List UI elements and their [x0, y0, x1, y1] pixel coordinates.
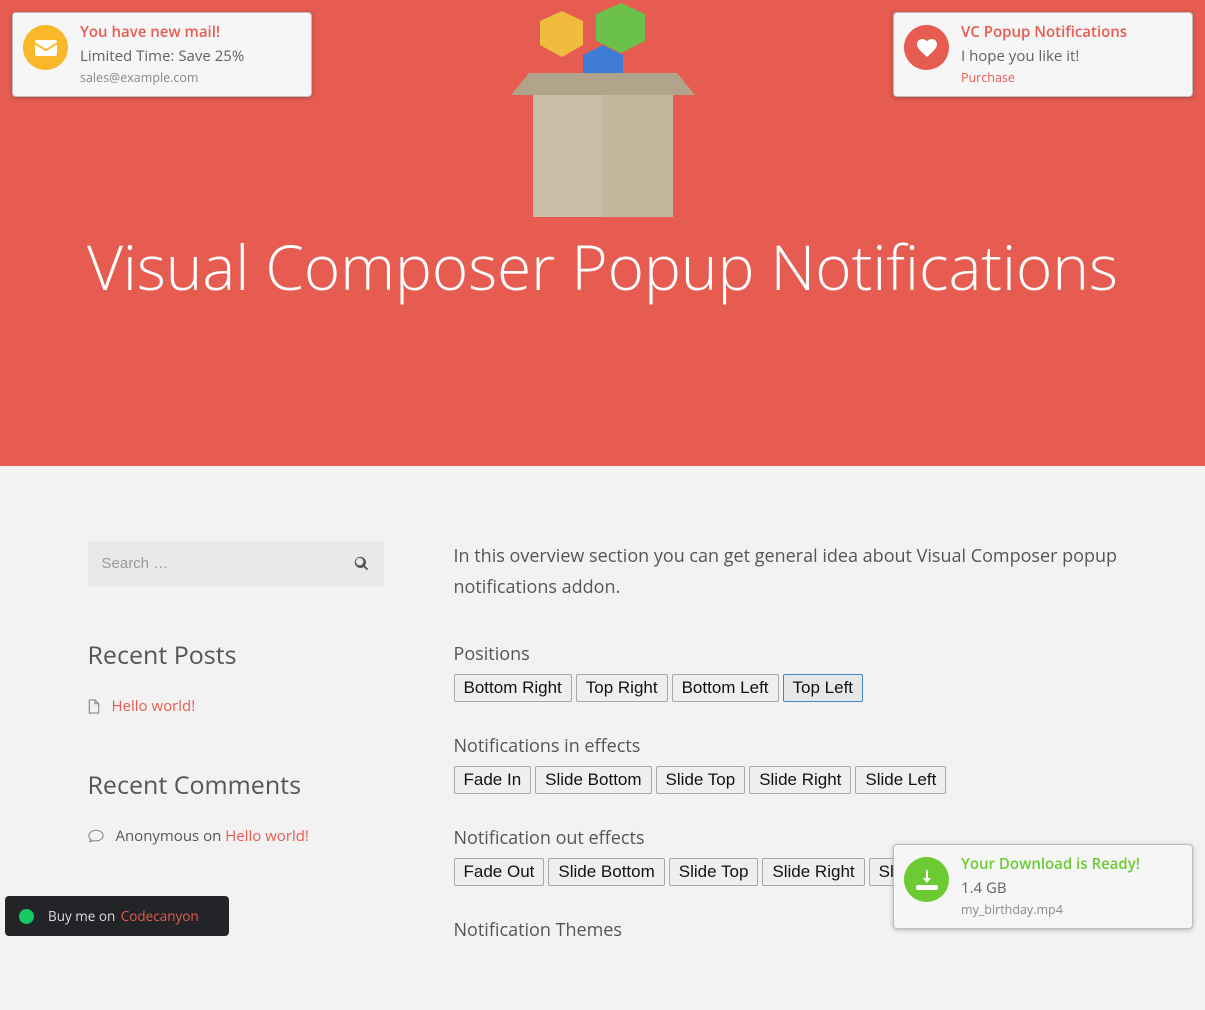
option-button[interactable]: Slide Right: [762, 858, 864, 886]
option-button[interactable]: Top Right: [576, 674, 668, 702]
notification-body: VC Popup Notifications I hope you like i…: [961, 23, 1127, 86]
notification-top-left[interactable]: You have new mail! Limited Time: Save 25…: [12, 12, 312, 97]
in-effects-label: Notifications in effects: [454, 734, 1118, 758]
intro-text: In this overview section you can get gen…: [454, 541, 1118, 602]
comment-link[interactable]: Hello world!: [225, 826, 309, 846]
recent-posts-title: Recent Posts: [88, 638, 384, 672]
notification-body: Your Download is Ready! 1.4 GB my_birthd…: [961, 855, 1140, 918]
notification-title: Your Download is Ready!: [961, 855, 1140, 874]
buy-bar[interactable]: Buy me on Codecanyon: [5, 896, 229, 936]
notification-subtitle: Limited Time: Save 25%: [80, 46, 244, 66]
option-button[interactable]: Slide Left: [855, 766, 946, 794]
option-button[interactable]: Slide Top: [669, 858, 759, 886]
recent-comment-item: Anonymous on Hello world!: [88, 826, 384, 846]
search-box: [88, 541, 384, 586]
codecanyon-link[interactable]: Codecanyon: [121, 907, 199, 925]
search-button[interactable]: [339, 541, 384, 586]
option-button[interactable]: Bottom Left: [672, 674, 779, 702]
recent-post-link[interactable]: Hello world!: [112, 696, 196, 716]
hero-title: Visual Composer Popup Notifications: [0, 230, 1205, 304]
option-button[interactable]: Slide Bottom: [535, 766, 651, 794]
recent-comments-title: Recent Comments: [88, 768, 384, 802]
option-button[interactable]: Slide Right: [749, 766, 851, 794]
option-button[interactable]: Fade Out: [454, 858, 545, 886]
status-dot-icon: [19, 909, 34, 924]
sidebar: Recent Posts Hello world! Recent Comment…: [88, 541, 384, 950]
notification-top-right[interactable]: VC Popup Notifications I hope you like i…: [893, 12, 1193, 97]
buy-bar-text: Buy me on Codecanyon: [48, 907, 199, 925]
option-button[interactable]: Slide Bottom: [548, 858, 664, 886]
envelope-icon: [23, 25, 68, 70]
in-effects-row: Fade InSlide BottomSlide TopSlide RightS…: [454, 766, 1118, 794]
notification-bottom-right[interactable]: Your Download is Ready! 1.4 GB my_birthd…: [893, 844, 1193, 929]
comment-icon: [88, 829, 104, 844]
notification-meta: Purchase: [961, 69, 1127, 86]
notification-body: You have new mail! Limited Time: Save 25…: [80, 23, 244, 86]
notification-meta: my_birthday.mp4: [961, 901, 1140, 918]
comment-text: Anonymous on Hello world!: [116, 826, 309, 846]
search-icon: [354, 556, 369, 571]
notification-subtitle: I hope you like it!: [961, 46, 1127, 66]
option-button[interactable]: Fade In: [454, 766, 532, 794]
file-icon: [88, 699, 100, 714]
notification-title: VC Popup Notifications: [961, 23, 1127, 42]
recent-post-item: Hello world!: [88, 696, 384, 716]
heart-icon: [904, 25, 949, 70]
search-input[interactable]: [88, 555, 339, 572]
option-button[interactable]: Slide Top: [656, 766, 746, 794]
notification-meta: sales@example.com: [80, 69, 244, 86]
option-button[interactable]: Top Left: [783, 674, 864, 702]
option-button[interactable]: Bottom Right: [454, 674, 572, 702]
notification-title: You have new mail!: [80, 23, 244, 42]
download-icon: [904, 857, 949, 902]
positions-row: Bottom RightTop RightBottom LeftTop Left: [454, 674, 1118, 702]
positions-label: Positions: [454, 642, 1118, 666]
notification-subtitle: 1.4 GB: [961, 878, 1140, 898]
